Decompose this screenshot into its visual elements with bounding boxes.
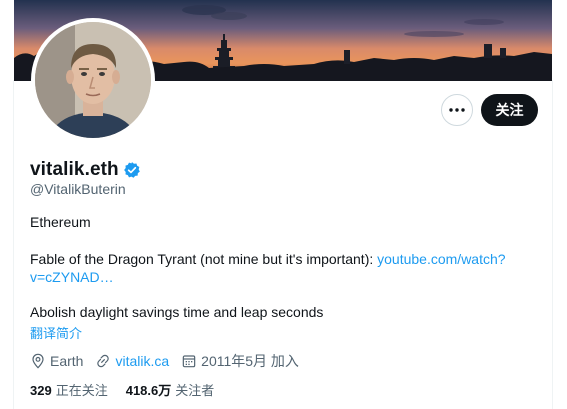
follow-button-label: 关注 <box>495 102 524 118</box>
followers-count: 418.6万 <box>125 383 172 398</box>
more-horizontal-icon <box>449 108 465 112</box>
translate-bio-link[interactable]: 翻译简介 <box>30 323 82 342</box>
bio-text: Fable of the Dragon Tyrant (not mine but… <box>30 251 378 267</box>
joined-date: 2011年5月 加入 <box>201 353 299 369</box>
bio-line-4: Abolish daylight savings time and leap s… <box>30 304 324 320</box>
follow-stats: 329 正在关注 418.6万 关注者 <box>30 380 232 399</box>
location-text: Earth <box>50 353 84 369</box>
location-item: Earth <box>30 353 83 369</box>
verified-badge-icon[interactable] <box>123 161 141 179</box>
following-label: 正在关注 <box>55 383 108 398</box>
calendar-icon <box>182 355 196 368</box>
profile-page: 关注 vitalik.eth @VitalikButerin Ethereum … <box>0 0 567 409</box>
display-name-row: vitalik.eth <box>30 159 141 181</box>
avatar-frame[interactable] <box>31 18 155 142</box>
avatar-image <box>35 22 151 138</box>
bio-line-3: v=cZYNAD… <box>30 269 114 285</box>
followers-label: 关注者 <box>175 383 215 398</box>
user-handle: @VitalikButerin <box>30 181 126 197</box>
avatar[interactable] <box>35 22 151 138</box>
website-item: vitalik.ca <box>95 353 169 369</box>
joined-item: 2011年5月 加入 <box>181 351 299 371</box>
location-pin-icon <box>32 353 44 369</box>
follow-button[interactable]: 关注 <box>481 94 538 126</box>
followers-stat[interactable]: 418.6万 关注者 <box>126 380 215 399</box>
following-stat[interactable]: 329 正在关注 <box>30 380 108 399</box>
divider-right <box>552 80 553 409</box>
bio-line-2: Fable of the Dragon Tyrant (not mine but… <box>30 251 506 267</box>
profile-meta: Earth vitalik.ca 2011年5月 加入 <box>30 351 311 371</box>
following-count: 329 <box>30 383 52 398</box>
website-link[interactable]: vitalik.ca <box>115 353 169 369</box>
more-options-button[interactable] <box>441 94 473 126</box>
bio-link[interactable]: youtube.com/watch? <box>377 251 505 267</box>
bio-line-1: Ethereum <box>30 214 91 230</box>
bio-link-continued[interactable]: v=cZYNAD… <box>30 269 114 285</box>
link-icon <box>97 354 110 368</box>
display-name: vitalik.eth <box>30 159 119 180</box>
divider-left <box>13 80 14 409</box>
